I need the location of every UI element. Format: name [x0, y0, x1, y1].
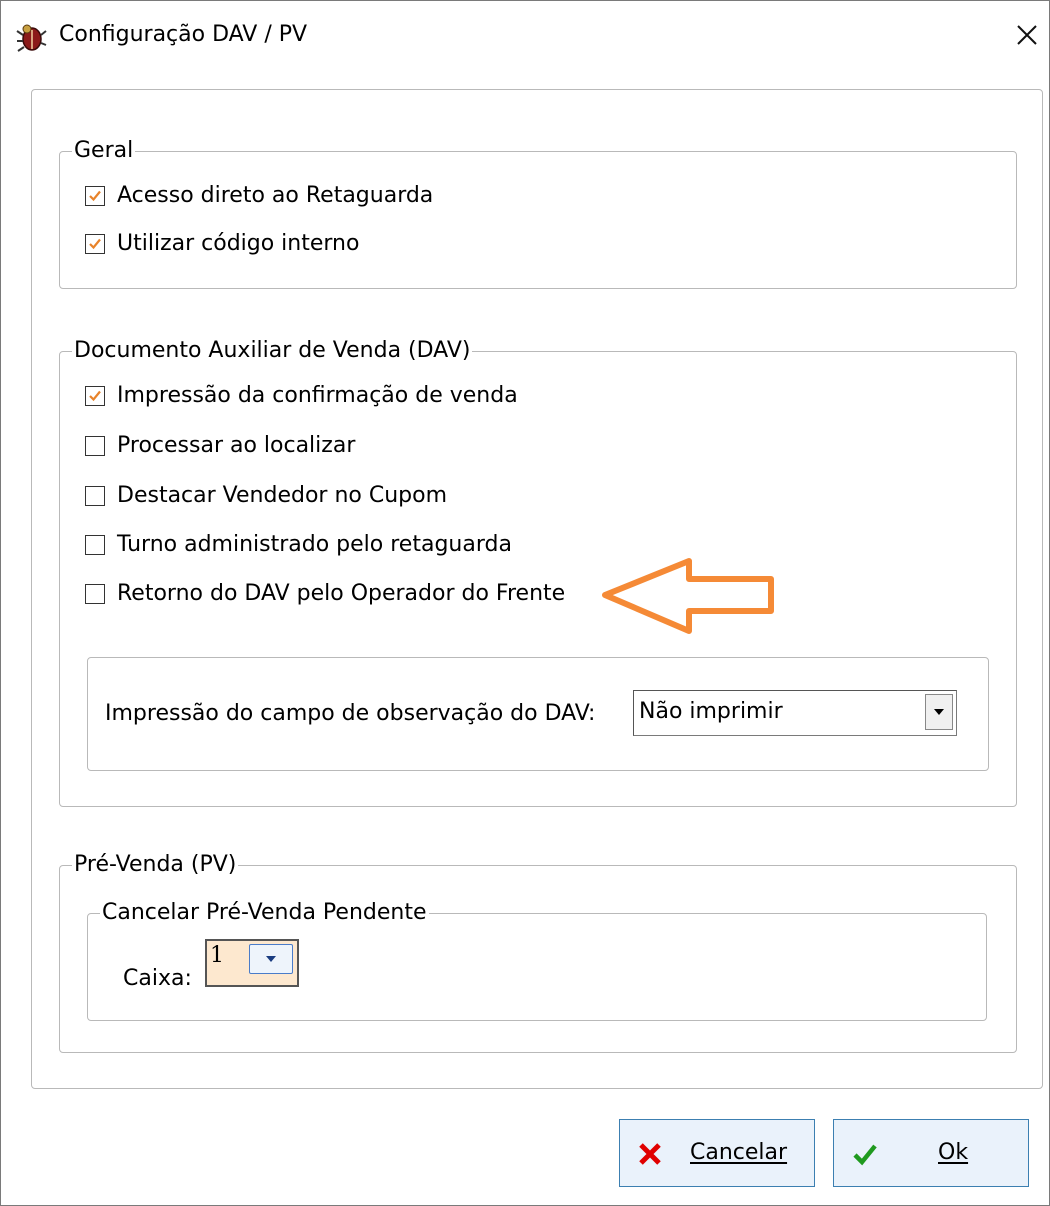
chevron-down-icon [266, 956, 276, 962]
checkbox-label: Turno administrado pelo retaguarda [117, 532, 512, 557]
group-pv-legend: Pré-Venda (PV) [74, 852, 237, 877]
checkbox-box[interactable] [85, 385, 105, 406]
obs-select[interactable]: Não imprimir [633, 690, 957, 736]
checkbox-acesso-direto[interactable]: Acesso direto ao Retaguarda [85, 183, 433, 208]
checkbox-label: Acesso direto ao Retaguarda [117, 183, 434, 208]
caixa-value[interactable]: 1 [210, 944, 224, 968]
caixa-label: Caixa: [123, 966, 192, 991]
checkmark-icon [89, 390, 101, 401]
group-dav-legend: Documento Auxiliar de Venda (DAV) [74, 338, 471, 363]
close-button[interactable] [1005, 15, 1049, 55]
checkbox-label: Processar ao localizar [117, 433, 356, 458]
checkbox-label: Impressão da confirmação de venda [117, 383, 518, 408]
checkbox-codigo-interno[interactable]: Utilizar código interno [85, 231, 359, 256]
group-geral-legend: Geral [74, 138, 134, 163]
dropdown-button[interactable] [925, 694, 953, 730]
caixa-spin[interactable]: 1 [205, 939, 299, 987]
checkbox-turno-administrado[interactable]: Turno administrado pelo retaguarda [85, 532, 512, 557]
window-title: Configuração DAV / PV [59, 22, 308, 47]
checkbox-label: Retorno do DAV pelo Operador do Frente [117, 581, 566, 606]
checkbox-box[interactable] [85, 435, 105, 456]
checkmark-icon [89, 238, 101, 249]
obs-label: Impressão do campo de observação do DAV: [105, 701, 596, 726]
checkmark-icon [89, 190, 101, 201]
ok-button[interactable]: Ok [833, 1119, 1029, 1187]
checkbox-impressao-confirmacao[interactable]: Impressão da confirmação de venda [85, 383, 518, 408]
group-cancelar-pv-legend: Cancelar Pré-Venda Pendente [102, 900, 427, 925]
dialog-window: Configuração DAV / PV Geral Acesso diret… [0, 0, 1050, 1206]
checkbox-box[interactable] [85, 534, 105, 555]
checkbox-box[interactable] [85, 583, 105, 604]
checkbox-processar-localizar[interactable]: Processar ao localizar [85, 433, 355, 458]
ok-button-label: Ok [938, 1140, 969, 1165]
arrow-annotation-icon [602, 558, 774, 634]
checkbox-label: Destacar Vendedor no Cupom [117, 483, 447, 508]
checkmark-icon [853, 1144, 877, 1166]
checkbox-destacar-vendedor[interactable]: Destacar Vendedor no Cupom [85, 483, 447, 508]
obs-select-value: Não imprimir [639, 699, 783, 724]
group-geral: Geral [59, 139, 1017, 289]
checkbox-label: Utilizar código interno [117, 231, 360, 256]
checkbox-retorno-dav[interactable]: Retorno do DAV pelo Operador do Frente [85, 581, 565, 606]
cancel-button[interactable]: Cancelar [619, 1119, 815, 1187]
chevron-down-icon [934, 709, 944, 715]
bug-app-icon [16, 24, 47, 52]
title-bar: Configuração DAV / PV [1, 1, 1049, 67]
caixa-dropdown-button[interactable] [249, 944, 293, 974]
cancel-button-label: Cancelar [690, 1140, 788, 1165]
checkbox-box[interactable] [85, 233, 105, 254]
close-icon [639, 1143, 661, 1165]
checkbox-box[interactable] [85, 485, 105, 506]
checkbox-box[interactable] [85, 185, 105, 206]
close-icon [1017, 25, 1037, 45]
